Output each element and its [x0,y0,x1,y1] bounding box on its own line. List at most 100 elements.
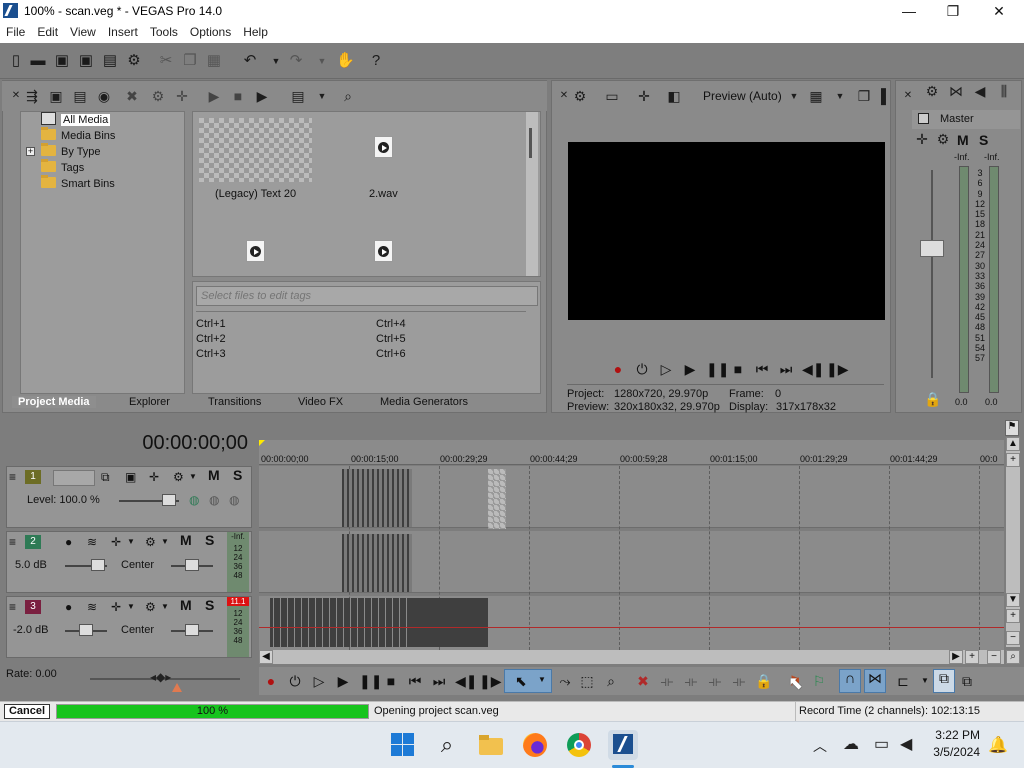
play-icon[interactable]: ▶ [335,673,351,689]
mute-button[interactable]: M [180,533,192,547]
tags-input[interactable] [196,286,538,306]
maximize-button[interactable]: ❐ [930,0,976,23]
search-icon[interactable]: ⌕ [434,732,460,758]
clock-time[interactable]: 3:22 PM [930,728,980,742]
overlay-dropdown-icon[interactable]: ▼ [832,88,848,104]
lock-envelopes-icon[interactable]: ⧉ [933,669,955,693]
pause-icon[interactable]: ❚❚ [706,361,729,377]
web-media-icon[interactable]: ◉ [96,88,112,104]
auto-preview-icon[interactable]: ▶ [254,88,270,104]
volume-slider-handle[interactable] [91,559,105,571]
automation-dropdown-icon[interactable]: ▼ [127,535,135,549]
undo-dropdown-icon[interactable]: ▼ [268,53,284,69]
previous-frame-icon[interactable]: ◀❚ [802,361,825,377]
invert-phase-icon[interactable]: ≋ [87,600,97,614]
capture-video-icon[interactable]: ▣ [48,88,64,104]
open-icon[interactable]: ▬ [30,53,46,69]
scroll-down-icon[interactable]: ▼ [1006,593,1020,607]
cut-icon[interactable]: ✂ [158,53,174,69]
trim-icon[interactable]: ⟛ [659,673,675,689]
go-to-end-icon[interactable]: ⏭ [778,361,794,377]
child-composite-icon[interactable]: ◍ [229,493,239,507]
track-fx-gear-icon[interactable]: ⚙ [145,535,156,549]
paste-icon[interactable]: ▦ [206,53,222,69]
timeline-vertical-scrollbar[interactable]: ▲ + ▼ + − [1006,437,1020,647]
trim-end-icon[interactable]: ⟛ [707,673,723,689]
audio-file-icon[interactable] [374,240,393,262]
automation-dropdown-icon[interactable]: ▼ [127,600,135,614]
track-collapse-icon[interactable]: ≡ [9,535,16,549]
scroll-up-icon[interactable]: ▲ [1006,437,1020,451]
lock-events-icon[interactable]: 🔒 [755,673,772,689]
get-media-icon[interactable]: ▤ [72,88,88,104]
search-icon[interactable]: ⌕ [340,88,356,104]
insert-fx-icon[interactable]: ✛ [914,131,930,147]
track-fx-dropdown-icon[interactable]: ▼ [161,600,169,614]
scroll-right-icon[interactable]: ▶ [949,650,963,664]
zoom-in-horizontal-icon[interactable]: + [965,650,979,664]
remove-media-icon[interactable]: ✖ [124,88,140,104]
loop-playback-icon[interactable]: ⏻ [287,673,303,689]
menu-help[interactable]: Help [237,23,274,39]
solo-button[interactable]: S [205,533,214,547]
media-thumbnail-text[interactable] [199,118,312,182]
panel-close-icon[interactable]: ✕ [900,88,916,104]
preview-properties-gear-icon[interactable]: ⚙ [572,88,588,104]
pan-slider-handle[interactable] [185,559,199,571]
level-slider-handle[interactable] [162,494,176,506]
views-dropdown-icon[interactable]: ▼ [314,88,330,104]
tab-project-media[interactable]: Project Media [12,396,96,408]
track-header-2[interactable]: ≡ 2 ● ≋ ✛ ▼ ⚙ ▼ M S 5.0 dB Center -Inf. … [6,531,252,593]
audio-file-icon[interactable] [246,240,265,262]
clock-date[interactable]: 3/5/2024 [930,745,980,759]
edit-tool-dropdown-icon[interactable]: ▼ [538,675,546,684]
preview-quality-dropdown-icon[interactable]: ▼ [786,88,802,104]
snapping-magnet-icon[interactable]: ∩ [839,669,861,693]
master-properties-gear-icon[interactable]: ⚙ [924,83,940,99]
solo-button[interactable]: S [233,468,242,482]
views-icon[interactable]: ▤ [290,88,306,104]
media-properties-icon[interactable]: ✛ [174,88,190,104]
mute-button[interactable]: M [180,598,192,612]
menu-options[interactable]: Options [184,23,237,39]
firefox-icon[interactable] [522,732,548,758]
split-icon[interactable]: ⟛ [731,673,747,689]
copy-icon[interactable]: ❐ [182,53,198,69]
zoom-tool-icon[interactable]: ⌕ [603,673,619,689]
video-clip[interactable] [342,469,412,527]
enable-snapping-icon[interactable]: ✋ [336,53,355,69]
audio-file-icon[interactable] [374,136,393,158]
arm-record-icon[interactable]: ● [65,600,72,614]
go-to-start-icon[interactable]: ⏮ [754,361,770,377]
track-name-field[interactable] [53,470,95,486]
track-fx-gear-icon[interactable]: ⚙ [173,470,184,484]
insert-region-icon[interactable]: ⚐ [811,673,827,689]
trim-start-icon[interactable]: ⟛ [683,673,699,689]
pan-slider-handle[interactable] [185,624,199,636]
tag-slot[interactable]: Ctrl+1 [196,318,226,330]
tree-item-all-media[interactable]: All Media [41,112,111,128]
track-header-1[interactable]: ≡ 1 ⧉ ▣ ✛ ⚙ ▼ M S Level: 100.0 % ◍ ◍ ◍ [6,466,252,528]
mute-button[interactable]: M [208,468,220,482]
save-as-icon[interactable]: ▣ [78,53,94,69]
tag-slot[interactable]: Ctrl+2 [196,333,226,345]
speaker-icon[interactable]: ◀ [972,83,988,99]
track-motion-icon[interactable]: ⧉ [101,470,110,484]
windows-start-icon[interactable] [390,732,416,758]
master-fader-handle[interactable] [920,240,944,257]
timeline-ruler[interactable]: 00:00:00;00 00:00:15;00 00:00:29;29 00:0… [259,440,1004,465]
composite-mode-icon[interactable]: ◍ [189,493,199,507]
loop-playback-icon[interactable]: ⏻ [634,361,650,377]
ignore-event-grouping-icon[interactable]: ⧉ [959,673,975,689]
tag-slot[interactable]: Ctrl+3 [196,348,226,360]
network-icon[interactable]: ▭ [874,734,889,754]
arm-record-icon[interactable]: ● [65,535,72,549]
stop-icon[interactable]: ■ [730,361,746,377]
new-project-icon[interactable]: ▯ [8,53,24,69]
notifications-bell-icon[interactable]: 🔔 [988,735,1008,755]
bus-fx-gear-icon[interactable]: ⚙ [935,131,951,147]
previous-frame-icon[interactable]: ◀❚ [455,673,478,689]
text-event-clip[interactable] [488,469,506,529]
mute-button[interactable]: M [957,132,969,148]
solo-button[interactable]: S [979,132,988,148]
